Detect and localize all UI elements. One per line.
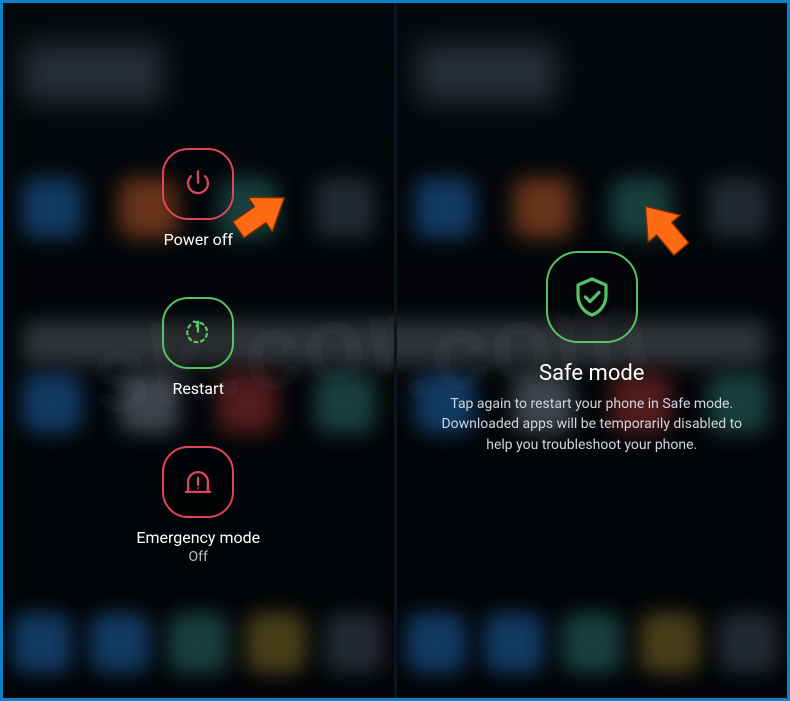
safe-mode-prompt: Safe mode Tap again to restart your phon…: [397, 251, 788, 455]
safe-mode-button[interactable]: [546, 251, 638, 343]
annotation-arrow: [623, 191, 704, 272]
screenshot-power-menu: sk.com Power off: [3, 3, 394, 698]
power-menu: Power off Restart: [3, 148, 394, 565]
restart-icon: [181, 316, 215, 350]
emergency-sublabel: Off: [189, 549, 208, 565]
safe-mode-title: Safe mode: [539, 361, 644, 386]
safe-mode-description: Tap again to restart your phone in Safe …: [432, 394, 752, 455]
restart-label: Restart: [172, 379, 224, 398]
emergency-mode-button[interactable]: Emergency mode Off: [136, 446, 260, 564]
power-icon: [181, 167, 215, 201]
power-off-label: Power off: [164, 230, 233, 249]
emergency-squircle: [162, 446, 234, 518]
tutorial-frame: sk.com Power off: [0, 0, 790, 701]
power-off-button[interactable]: Power off: [162, 148, 234, 249]
restart-squircle: [162, 297, 234, 369]
shield-check-icon: [568, 273, 616, 321]
emergency-label: Emergency mode: [136, 528, 260, 547]
emergency-icon: [181, 465, 215, 499]
restart-button[interactable]: Restart: [162, 297, 234, 398]
screenshot-safe-mode: sk.com Safe mode Tap again to restart yo…: [397, 3, 788, 698]
power-off-squircle: [162, 148, 234, 220]
annotation-arrow: [225, 183, 295, 253]
